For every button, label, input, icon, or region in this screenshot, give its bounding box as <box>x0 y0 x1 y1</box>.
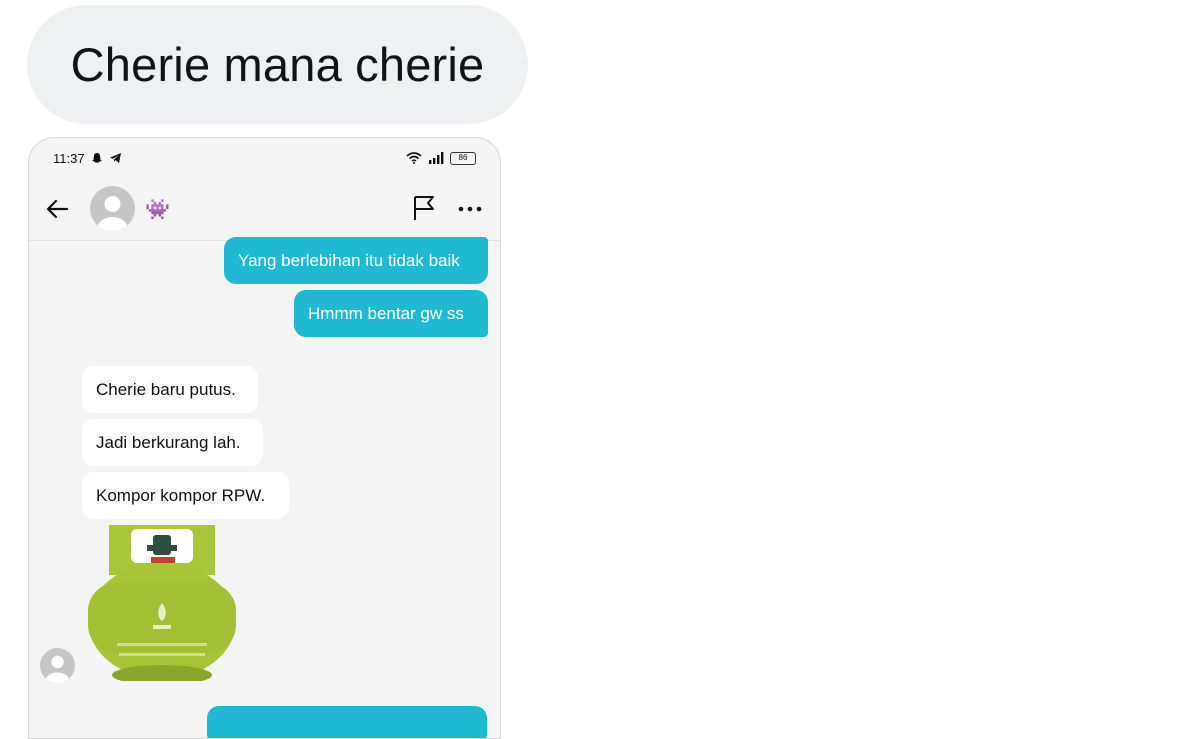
default-avatar-icon <box>45 655 70 683</box>
signal-icon <box>429 152 444 164</box>
wifi-icon <box>406 152 422 164</box>
chat-header: 👾 <box>29 178 500 241</box>
status-left: 11:37 <box>53 151 122 166</box>
status-time: 11:37 <box>53 150 85 166</box>
more-icon[interactable] <box>457 198 483 218</box>
message-bubble-outgoing[interactable]: Yang berlebihan itu tidak baik <box>224 237 488 284</box>
contact-name-emoji[interactable]: 👾 <box>145 197 170 222</box>
telegram-icon <box>109 153 121 163</box>
snapchat-icon <box>91 153 102 163</box>
status-right: 86 <box>406 151 476 165</box>
battery-icon: 86 <box>450 151 476 165</box>
back-arrow-icon[interactable] <box>45 196 71 222</box>
message-bubble-incoming[interactable]: Kompor kompor RPW. <box>82 472 289 519</box>
contact-avatar[interactable] <box>90 186 135 231</box>
phone-screenshot: 11:37 86 👾 Yang berlebihan itu tidak bai… <box>28 137 501 739</box>
sender-avatar[interactable] <box>40 648 75 683</box>
gas-cylinder-image[interactable] <box>87 525 237 681</box>
message-bubble-incoming[interactable]: Jadi berkurang lah. <box>82 419 263 466</box>
message-bubble-incoming[interactable]: Cherie baru putus. <box>82 366 258 413</box>
caption-text: Cherie mana cherie <box>70 38 485 91</box>
message-bubble-outgoing[interactable]: Hmmm bentar gw ss <box>294 290 488 337</box>
flag-icon[interactable] <box>411 194 437 222</box>
default-avatar-icon <box>97 196 128 231</box>
caption-bubble: Cherie mana cherie <box>27 5 528 124</box>
status-bar: 11:37 86 <box>29 138 500 178</box>
